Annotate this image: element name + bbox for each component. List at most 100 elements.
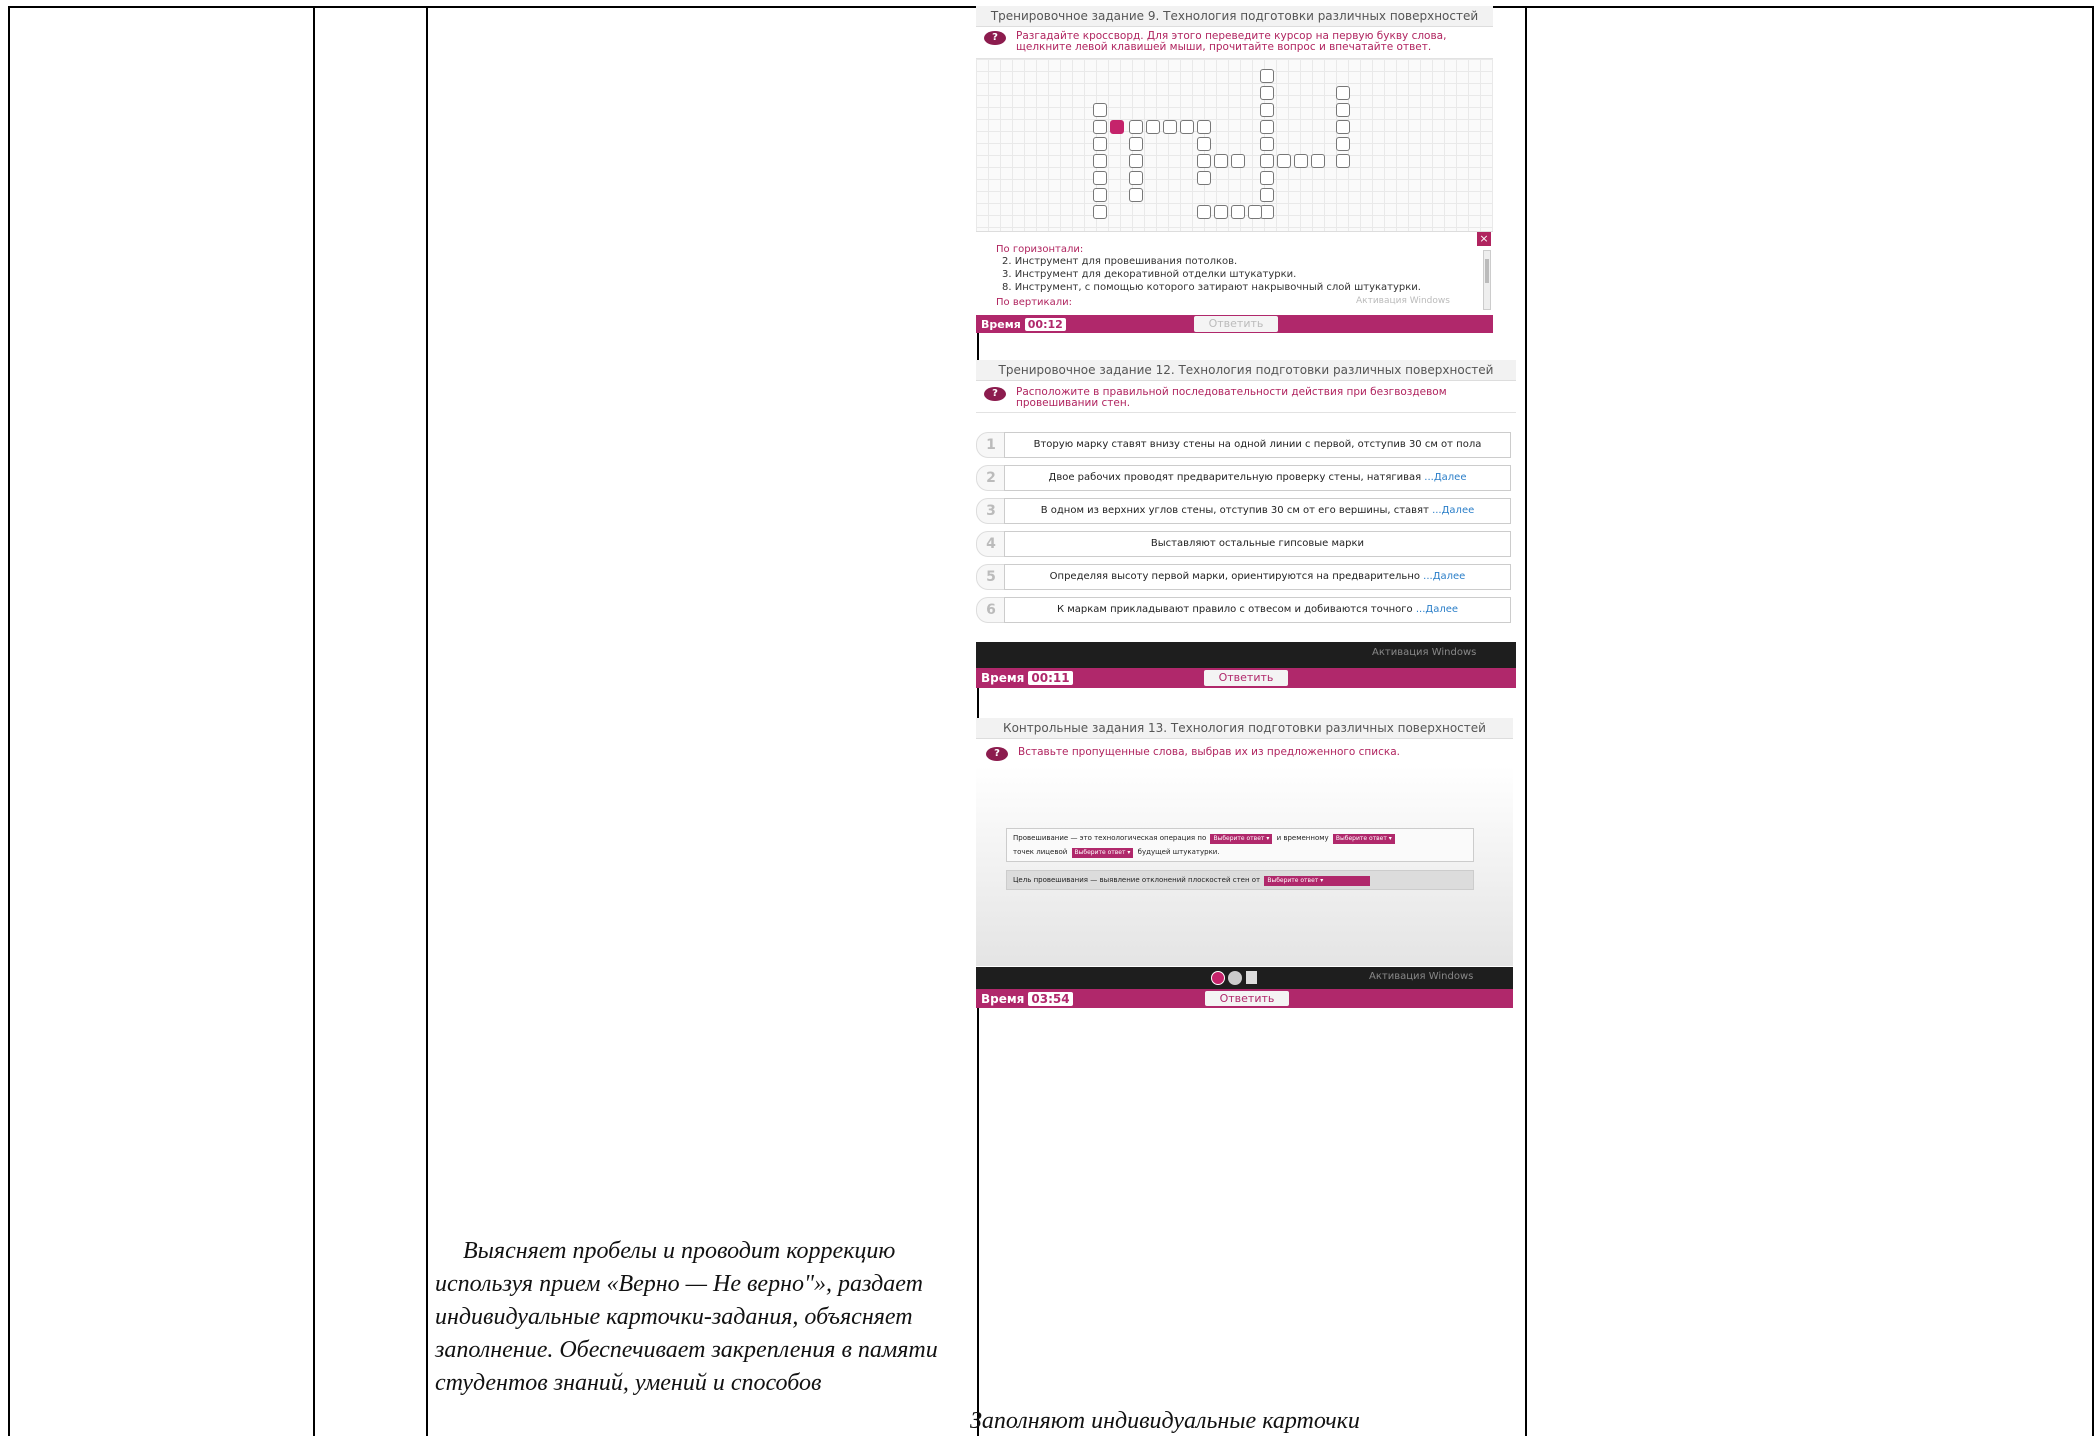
more-link[interactable]: ...Далее [1423, 571, 1465, 582]
answer-dropdown[interactable]: Выберите ответ ▾ [1071, 848, 1134, 858]
close-icon[interactable]: × [1477, 232, 1491, 246]
crossword-cell[interactable] [1093, 120, 1107, 134]
crossword-cell[interactable] [1336, 120, 1350, 134]
dropdown-label: Выберите ответ [1267, 877, 1319, 884]
crossword-cell[interactable] [1260, 69, 1274, 83]
crossword-cell[interactable] [1260, 205, 1274, 219]
crossword-cell[interactable] [1129, 154, 1143, 168]
table-column-divider [426, 8, 428, 1436]
clues-scrollbar[interactable] [1483, 250, 1491, 310]
crossword-cell[interactable] [1336, 137, 1350, 151]
order-step[interactable]: 2 Двое рабочих проводят предварительную … [976, 465, 1511, 491]
crossword-cell[interactable] [1093, 188, 1107, 202]
table-column-divider [313, 8, 315, 1436]
order-step[interactable]: 1 Вторую марку ставят внизу стены на одн… [976, 432, 1511, 458]
crossword-cell[interactable] [1336, 154, 1350, 168]
crossword-cell[interactable] [1336, 86, 1350, 100]
crossword-screenshot: Тренировочное задание 9. Технология подг… [976, 6, 1493, 333]
clue-item: 3. Инструмент для декоративной отделки ш… [1002, 269, 1297, 280]
crossword-cell[interactable] [1180, 120, 1194, 134]
page-dot-active[interactable] [1211, 971, 1225, 985]
crossword-cell[interactable] [1197, 120, 1211, 134]
task-title: Контрольные задания 13. Технология подго… [976, 718, 1513, 739]
more-link[interactable]: ...Далее [1416, 604, 1458, 615]
step-card[interactable]: Определяя высоту первой марки, ориентиру… [1004, 564, 1511, 590]
time-label: Время [981, 991, 1025, 1006]
crossword-cell[interactable] [1163, 120, 1177, 134]
crossword-cell[interactable] [1214, 154, 1228, 168]
step-card[interactable]: К маркам прикладывают правило с отвесом … [1004, 597, 1511, 623]
question-header: ? Разгадайте кроссворд. Для этого переве… [976, 27, 1493, 59]
crossword-cell[interactable] [1277, 154, 1291, 168]
crossword-cell[interactable] [1260, 171, 1274, 185]
step-number: 3 [976, 498, 1006, 524]
crossword-cell-selected[interactable] [1110, 120, 1124, 134]
step-text: Вторую марку ставят внизу стены на одной… [1033, 439, 1482, 450]
bottom-dark-panel: Активация Windows [976, 642, 1516, 668]
step-card[interactable]: Выставляют остальные гипсовые марки [1004, 531, 1511, 557]
crossword-cell[interactable] [1336, 103, 1350, 117]
answer-dropdown[interactable]: Выберите ответ ▾ [1264, 876, 1371, 886]
page-dot[interactable] [1228, 971, 1242, 985]
crossword-cell[interactable] [1093, 103, 1107, 117]
crossword-cell[interactable] [1197, 171, 1211, 185]
windows-activation-watermark: Активация Windows [1369, 971, 1474, 982]
crossword-cell[interactable] [1248, 205, 1262, 219]
crossword-cell[interactable] [1260, 154, 1274, 168]
sentence-text: точек лицевой [1013, 848, 1068, 856]
crossword-cell[interactable] [1197, 137, 1211, 151]
crossword-cell[interactable] [1231, 154, 1245, 168]
question-text: Разгадайте кроссворд. Для этого переведи… [1016, 30, 1447, 53]
crossword-cell[interactable] [1260, 120, 1274, 134]
crossword-cell[interactable] [1197, 205, 1211, 219]
crossword-cell[interactable] [1294, 154, 1308, 168]
crossword-cell[interactable] [1231, 205, 1245, 219]
step-card[interactable]: Вторую марку ставят внизу стены на одной… [1004, 432, 1511, 458]
question-text: Расположите в правильной последовательно… [1016, 386, 1447, 409]
crossword-cell[interactable] [1146, 120, 1160, 134]
crossword-cell[interactable] [1260, 103, 1274, 117]
crossword-cell[interactable] [1093, 154, 1107, 168]
crossword-cell[interactable] [1311, 154, 1325, 168]
crossword-cell[interactable] [1093, 205, 1107, 219]
time-label: Время [981, 317, 1021, 331]
table-column-divider [1525, 8, 1527, 1436]
order-step[interactable]: 5 Определяя высоту первой марки, ориенти… [976, 564, 1511, 590]
question-icon: ? [984, 387, 1006, 401]
order-step[interactable]: 3 В одном из верхних углов стены, отступ… [976, 498, 1511, 524]
crossword-cell[interactable] [1214, 205, 1228, 219]
answer-button[interactable]: Ответить [1204, 670, 1288, 686]
task-title: Тренировочное задание 9. Технология подг… [976, 6, 1493, 27]
step-card[interactable]: Двое рабочих проводят предварительную пр… [1004, 465, 1511, 491]
crossword-grid[interactable] [976, 59, 1493, 231]
crossword-cell[interactable] [1093, 171, 1107, 185]
answer-button[interactable]: Ответить [1194, 316, 1278, 332]
step-text: Выставляют остальные гипсовые марки [1150, 538, 1365, 549]
crossword-cell[interactable] [1260, 137, 1274, 151]
answer-dropdown[interactable]: Выберите ответ ▾ [1210, 834, 1273, 844]
sentence-text: будущей штукатурки. [1137, 848, 1220, 856]
crossword-cell[interactable] [1129, 137, 1143, 151]
windows-activation-watermark: Активация Windows [1356, 296, 1450, 306]
timer: 00:12 [1024, 317, 1066, 331]
more-link[interactable]: ...Далее [1424, 472, 1466, 483]
crossword-cell[interactable] [1093, 137, 1107, 151]
more-link[interactable]: ...Далее [1432, 505, 1474, 516]
notes-icon[interactable] [1246, 971, 1257, 984]
step-number: 2 [976, 465, 1006, 491]
crossword-cell[interactable] [1260, 188, 1274, 202]
teacher-activity-text: Выясняет пробелы и проводит коррекцию ис… [435, 1238, 938, 1396]
order-step[interactable]: 4 Выставляют остальные гипсовые марки [976, 531, 1511, 557]
step-text: Двое рабочих проводят предварительную пр… [1048, 472, 1425, 483]
order-step[interactable]: 6 К маркам прикладывают правило с отвесо… [976, 597, 1511, 623]
crossword-cell[interactable] [1260, 86, 1274, 100]
bottom-dark-panel: Активация Windows [976, 967, 1513, 989]
crossword-cell[interactable] [1129, 171, 1143, 185]
answer-dropdown[interactable]: Выберите ответ ▾ [1332, 834, 1395, 844]
crossword-cell[interactable] [1129, 188, 1143, 202]
crossword-cell[interactable] [1197, 154, 1211, 168]
step-card[interactable]: В одном из верхних углов стены, отступив… [1004, 498, 1511, 524]
answer-button[interactable]: Ответить [1205, 991, 1289, 1006]
status-bar: Время 00:11 Ответить [976, 668, 1516, 688]
crossword-cell[interactable] [1129, 120, 1143, 134]
